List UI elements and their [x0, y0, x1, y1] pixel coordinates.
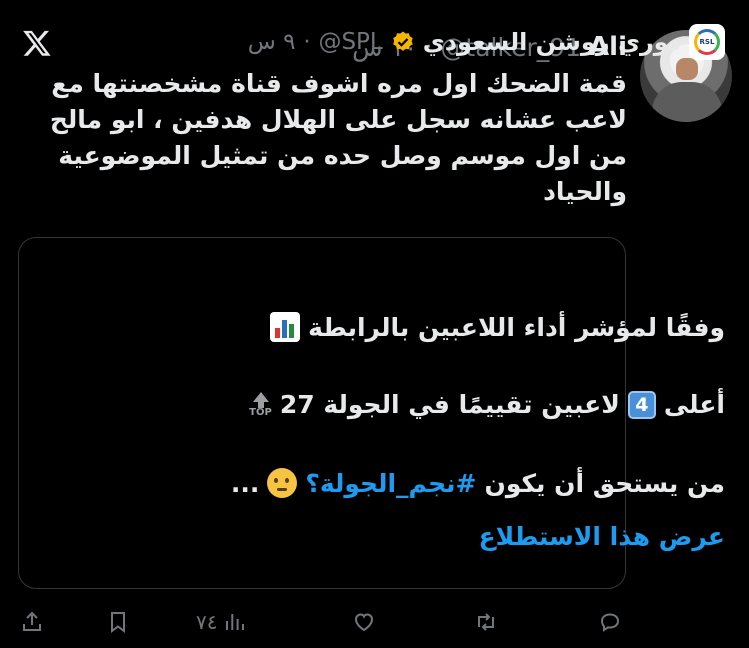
hashtag-link[interactable]: #نجم_الجولة؟	[305, 469, 476, 498]
views-icon	[226, 614, 245, 630]
views-count: ٧٤	[196, 610, 218, 634]
top-arrow-emoji: TOP	[249, 391, 272, 418]
bar-chart-emoji	[270, 312, 301, 342]
quoted-header-separator: ·	[303, 29, 311, 55]
tweet-text: قمة الضحك اول مره اشوف قناة مشخصنتها مع …	[49, 69, 627, 206]
spl-logo[interactable]: RSL	[689, 24, 725, 60]
retweet-icon	[478, 613, 494, 631]
reply-button[interactable]	[598, 610, 622, 634]
quoted-text-line-3-prefix: من يستحق أن يكون	[484, 468, 725, 498]
retweet-button[interactable]	[474, 610, 498, 634]
quoted-text-line-2-suffix: لاعبين تقييمًا في الجولة 27	[279, 390, 620, 419]
top-arrow-label: TOP	[249, 406, 272, 418]
avatar-face	[676, 58, 698, 80]
tweet-action-bar: ٧٤	[0, 600, 749, 648]
views-button[interactable]: ٧٤	[196, 610, 247, 634]
show-poll-link[interactable]: عرض هذا الاستطلاع	[479, 522, 725, 551]
quoted-text-line-1: وفقًا لمؤشر أداء اللاعبين بالرابطة	[270, 312, 725, 342]
quoted-text-line-3: من يستحق أن يكون #نجم_الجولة؟ ...	[231, 468, 725, 498]
quoted-text-line-1-text: وفقًا لمؤشر أداء اللاعبين بالرابطة	[308, 312, 725, 342]
reply-icon	[600, 613, 620, 632]
keycap-four-emoji: 4	[627, 390, 656, 419]
x-logo-icon[interactable]	[22, 28, 52, 58]
thinking-face-emoji	[267, 468, 298, 498]
share-button[interactable]	[20, 610, 44, 634]
quoted-tweet-header: RSL دوري روشن السعودي @SPL · ٩ س	[248, 24, 725, 60]
bookmark-icon	[111, 612, 125, 633]
quoted-author-name[interactable]: دوري روشن السعودي	[423, 28, 681, 56]
quoted-text-ellipsis: ...	[230, 468, 260, 498]
quoted-tweet-time[interactable]: ٩ س	[248, 29, 296, 55]
avatar-body	[652, 82, 722, 122]
heart-icon	[354, 613, 374, 632]
share-icon	[23, 611, 41, 631]
quoted-text-line-2: أعلى 4 لاعبين تقييمًا في الجولة 27 TOP	[249, 390, 725, 419]
quoted-author-handle[interactable]: @SPL	[318, 29, 382, 55]
bookmark-button[interactable]	[106, 610, 130, 634]
spl-logo-text: RSL	[699, 38, 715, 46]
verified-badge-icon	[392, 31, 413, 51]
top-arrow-head	[252, 391, 269, 402]
like-button[interactable]	[352, 610, 376, 634]
quoted-text-line-2-prefix: أعلى	[663, 390, 725, 419]
